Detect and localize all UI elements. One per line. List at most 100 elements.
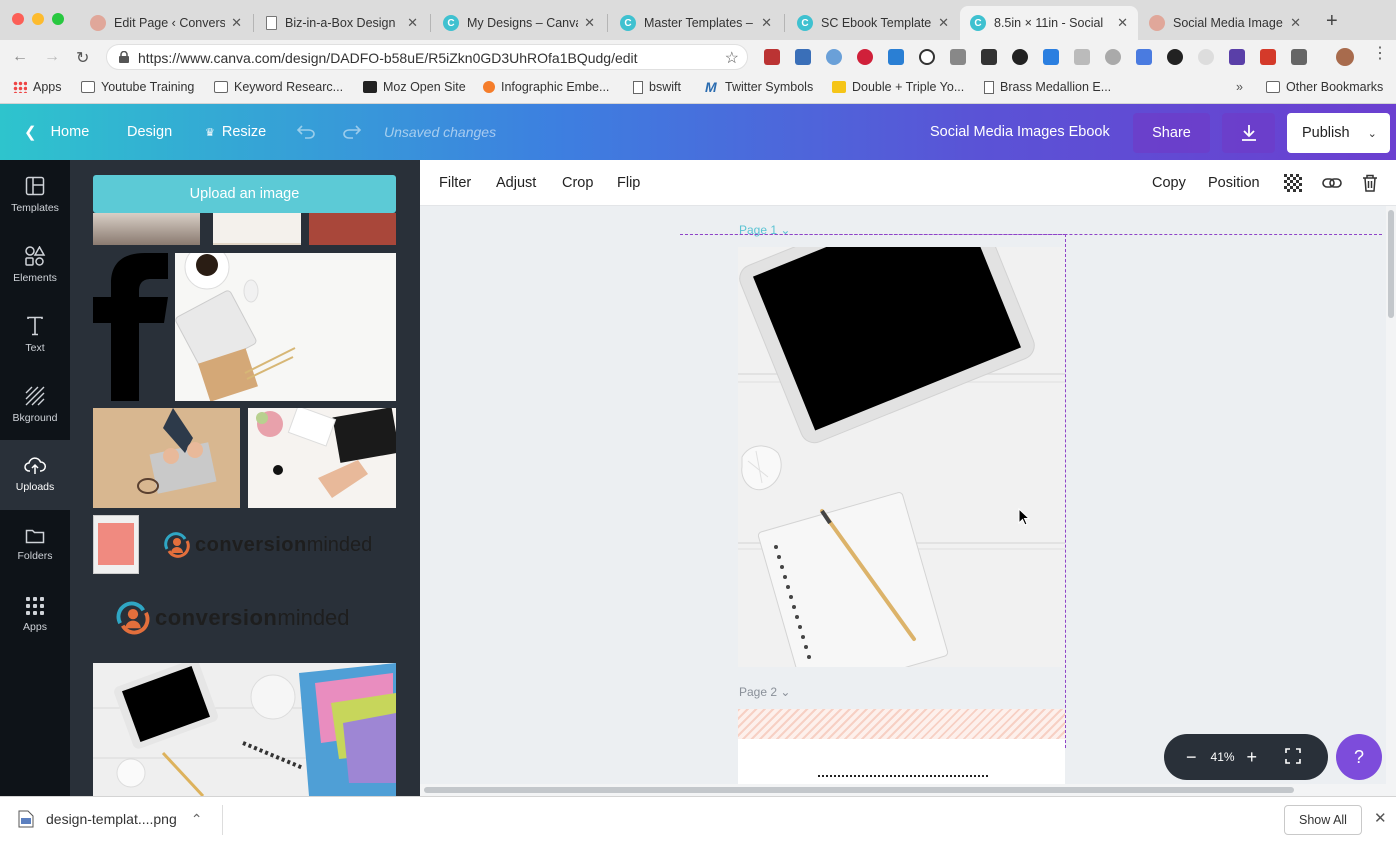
extension-icon[interactable] — [1074, 49, 1090, 65]
browser-tab[interactable]: Social Media Image ✕ — [1139, 6, 1311, 40]
fullscreen-icon[interactable] — [1285, 747, 1301, 767]
extension-icon[interactable] — [919, 49, 935, 65]
minimize-window-button[interactable] — [32, 13, 44, 25]
bookmark-apps[interactable]: Apps — [13, 80, 62, 94]
browser-tab-active[interactable]: C 8.5in × 11in - Social ✕ — [960, 6, 1138, 40]
bookmark-item[interactable]: Moz Open Site — [363, 80, 466, 94]
resize-button[interactable]: ♛ Resize — [205, 104, 266, 160]
design-title[interactable]: Social Media Images Ebook — [930, 104, 1110, 160]
upload-thumbnail[interactable] — [248, 408, 396, 508]
extension-icon[interactable] — [950, 49, 966, 65]
close-tab-icon[interactable]: ✕ — [584, 15, 595, 31]
bookmark-star-icon[interactable]: ☆ — [725, 48, 739, 68]
close-tab-icon[interactable]: ✕ — [1290, 15, 1301, 31]
bookmark-item[interactable]: M Twitter Symbols — [705, 80, 813, 94]
filter-button[interactable]: Filter — [439, 160, 471, 206]
share-button[interactable]: Share — [1133, 113, 1210, 153]
moz-icon[interactable] — [981, 49, 997, 65]
browser-tab[interactable]: Biz-in-a-Box Design ✕ — [256, 6, 428, 40]
publish-button[interactable]: Publish ⌄ — [1287, 113, 1390, 153]
close-tab-icon[interactable]: ✕ — [761, 15, 772, 31]
browser-tab[interactable]: Edit Page ‹ Conversi ✕ — [80, 6, 252, 40]
close-icon[interactable]: ✕ — [1374, 809, 1387, 827]
extension-icon[interactable] — [1229, 49, 1245, 65]
bookmark-item[interactable]: Youtube Training — [81, 80, 194, 94]
close-window-button[interactable] — [12, 13, 24, 25]
extension-icon[interactable] — [1198, 49, 1214, 65]
extension-icon[interactable] — [764, 49, 780, 65]
extension-icon[interactable] — [1012, 49, 1028, 65]
close-tab-icon[interactable]: ✕ — [407, 15, 418, 31]
scrollbar-thumb[interactable] — [424, 787, 1294, 793]
back-arrow-icon[interactable]: ← — [12, 48, 28, 66]
extension-icon[interactable] — [888, 49, 904, 65]
zoom-out-icon[interactable]: − — [1186, 747, 1197, 768]
download-item[interactable]: design-templat....png ⌃ — [18, 810, 202, 828]
help-button[interactable]: ? — [1336, 734, 1382, 780]
maximize-window-button[interactable] — [52, 13, 64, 25]
sidebar-item-templates[interactable]: Templates — [0, 160, 70, 230]
new-tab-button[interactable]: + — [1326, 10, 1338, 33]
close-tab-icon[interactable]: ✕ — [231, 15, 242, 31]
flip-button[interactable]: Flip — [617, 160, 640, 206]
sidebar-item-apps[interactable]: Apps — [0, 580, 70, 650]
sidebar-item-background[interactable]: Bkground — [0, 370, 70, 440]
extension-icon[interactable] — [826, 49, 842, 65]
extension-icon[interactable] — [1260, 49, 1276, 65]
crop-button[interactable]: Crop — [562, 160, 593, 206]
upload-thumbnail[interactable] — [93, 213, 200, 245]
horizontal-scrollbar[interactable] — [420, 784, 1386, 796]
url-bar[interactable]: https://www.canva.com/design/DADFO-b58uE… — [106, 44, 748, 70]
upload-image-button[interactable]: Upload an image — [93, 175, 396, 213]
pinterest-icon[interactable] — [857, 49, 873, 65]
extension-icon[interactable] — [795, 49, 811, 65]
undo-icon[interactable] — [296, 104, 316, 160]
reload-icon[interactable]: ↻ — [76, 48, 89, 68]
design-canvas[interactable]: Page 1 ⌄ Page 2 ⌄ − 41% + ? — [420, 206, 1396, 796]
vertical-scrollbar[interactable] — [1386, 206, 1396, 796]
extension-icon[interactable] — [1105, 49, 1121, 65]
bookmark-item[interactable]: bswift — [633, 80, 681, 94]
eyedropper-icon[interactable] — [1291, 49, 1307, 65]
logo-thumbnail[interactable]: conversion minded — [163, 530, 373, 560]
upload-thumbnail[interactable] — [213, 213, 301, 245]
sidebar-item-elements[interactable]: Elements — [0, 230, 70, 300]
sidebar-item-folders[interactable]: Folders — [0, 510, 70, 580]
adjust-button[interactable]: Adjust — [496, 160, 536, 206]
download-button[interactable] — [1222, 113, 1275, 153]
scrollbar-thumb[interactable] — [1388, 210, 1394, 318]
position-button[interactable]: Position — [1208, 160, 1260, 206]
bookmark-item[interactable]: Other Bookmarks — [1266, 80, 1383, 94]
link-icon[interactable] — [1322, 160, 1342, 206]
forward-arrow-icon[interactable]: → — [44, 48, 60, 66]
profile-avatar[interactable] — [1336, 48, 1354, 66]
close-tab-icon[interactable]: ✕ — [938, 15, 949, 31]
copy-button[interactable]: Copy — [1152, 160, 1186, 206]
facebook-logo-thumbnail[interactable] — [93, 253, 168, 401]
redo-icon[interactable] — [342, 104, 362, 160]
bookmark-item[interactable]: Keyword Researc... — [214, 80, 343, 94]
browser-tab[interactable]: C My Designs – Canva ✕ — [433, 6, 605, 40]
delete-trash-icon[interactable] — [1362, 160, 1378, 206]
chevron-up-icon[interactable]: ⌃ — [191, 811, 203, 828]
upload-thumbnail[interactable] — [93, 663, 396, 796]
extension-icon[interactable] — [1167, 49, 1183, 65]
sidebar-item-text[interactable]: Text — [0, 300, 70, 370]
extension-icon[interactable] — [1043, 49, 1059, 65]
show-all-downloads-button[interactable]: Show All — [1284, 805, 1362, 835]
browser-tab[interactable]: C Master Templates – ✕ — [610, 6, 782, 40]
extension-icon[interactable] — [1136, 49, 1152, 65]
zoom-level[interactable]: 41% — [1211, 750, 1235, 764]
upload-thumbnail[interactable] — [93, 408, 240, 508]
upload-thumbnail[interactable] — [309, 213, 396, 245]
sidebar-item-uploads[interactable]: Uploads — [0, 440, 70, 510]
bookmark-item[interactable]: Infographic Embe... — [483, 80, 609, 94]
home-button[interactable]: ❮ Home — [24, 104, 89, 160]
browser-tab[interactable]: C SC Ebook Template ✕ — [787, 6, 959, 40]
browser-menu-icon[interactable]: ⋮ — [1372, 46, 1388, 62]
design-menu-button[interactable]: Design — [127, 104, 172, 160]
zoom-in-icon[interactable]: + — [1247, 747, 1258, 768]
transparency-icon[interactable] — [1284, 160, 1302, 206]
logo-thumbnail[interactable]: conversion minded — [115, 598, 375, 638]
upload-thumbnail[interactable] — [175, 253, 396, 401]
